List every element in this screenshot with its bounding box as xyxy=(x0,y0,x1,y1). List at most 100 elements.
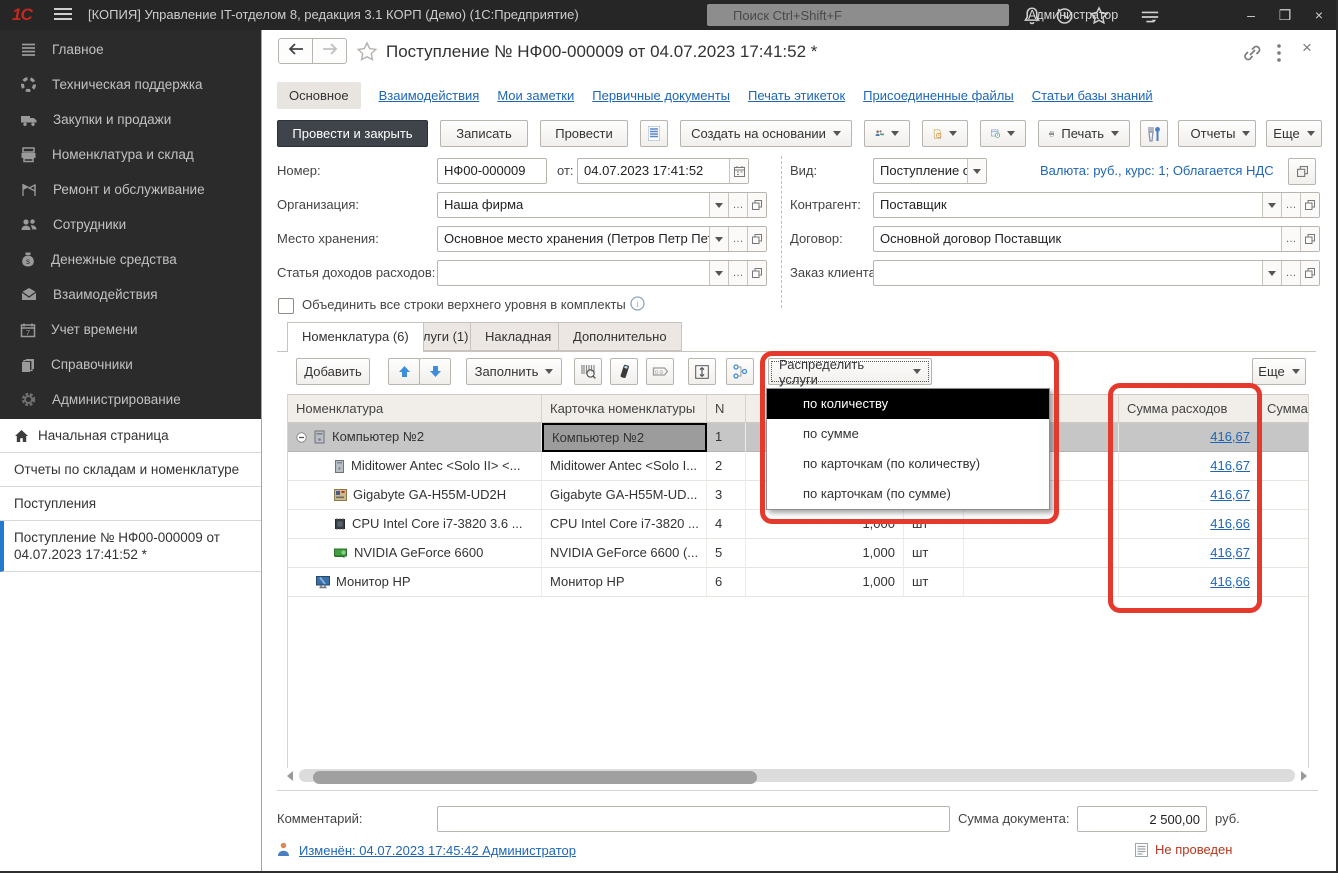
search-input[interactable] xyxy=(707,4,1009,26)
table-more-button[interactable]: Еще xyxy=(1252,358,1306,385)
open-button[interactable] xyxy=(747,261,766,285)
sidebar-item-receipts[interactable]: Поступления xyxy=(0,487,261,521)
sidebar-item-references[interactable]: Справочники xyxy=(0,347,261,382)
collapse-icon[interactable] xyxy=(296,431,307,443)
expenses-link[interactable]: 416,66 xyxy=(1210,510,1250,538)
sidebar-item-administration[interactable]: Администрирование xyxy=(0,382,261,417)
scroll-right-arrow[interactable] xyxy=(1301,771,1307,781)
get-link-icon[interactable] xyxy=(1242,44,1262,62)
favorite-star-icon[interactable] xyxy=(356,41,378,63)
choose-button[interactable]: … xyxy=(1281,227,1300,251)
tab-my-notes[interactable]: Мои заметки xyxy=(497,88,574,103)
sidebar-item-interactions[interactable]: Взаимодействия xyxy=(0,277,261,312)
dropdown-arrow-icon[interactable] xyxy=(967,159,986,183)
service-menu-icon[interactable] xyxy=(1140,7,1160,27)
sidebar-item-nomenclature[interactable]: Номенклатура и склад xyxy=(0,137,261,172)
tab-invoice[interactable]: Накладная xyxy=(470,322,567,351)
open-button[interactable] xyxy=(1300,261,1319,285)
col-expenses[interactable]: Сумма расходов xyxy=(1119,394,1259,423)
tab-kb-articles[interactable]: Статьи базы знаний xyxy=(1032,88,1153,103)
current-user[interactable]: Администратор xyxy=(1028,8,1118,22)
sidebar-item-time[interactable]: 7 Учет времени xyxy=(0,312,261,347)
open-button[interactable] xyxy=(1300,227,1319,251)
info-icon[interactable]: i xyxy=(630,296,645,311)
scroll-left-arrow[interactable] xyxy=(287,771,293,781)
currency-settings-link[interactable]: Валюта: руб., курс: 1; Облагается НДС xyxy=(1040,163,1274,178)
sidebar-item-employees[interactable]: Сотрудники xyxy=(0,207,261,242)
main-menu-icon[interactable] xyxy=(54,8,72,21)
tab-main[interactable]: Основное xyxy=(277,81,361,109)
open-button[interactable] xyxy=(1300,193,1319,217)
scrollbar-thumb[interactable] xyxy=(313,771,757,784)
kind-field[interactable]: Поступление от xyxy=(873,158,987,184)
expenses-link[interactable]: 416,67 xyxy=(1210,423,1250,451)
comment-input[interactable] xyxy=(437,806,950,832)
distribute-services-button[interactable]: Распределить услуги xyxy=(768,357,932,387)
sidebar-item-tech-support[interactable]: Техническая поддержка xyxy=(0,67,261,102)
tab-attached-files[interactable]: Присоединенные файлы xyxy=(863,88,1014,103)
price-tag-icon[interactable]: 0-9 xyxy=(646,358,674,385)
contact-create-button[interactable] xyxy=(864,120,910,147)
scrollbar-track[interactable] xyxy=(299,769,1295,784)
register-records-icon[interactable] xyxy=(640,120,668,147)
more-button[interactable]: Еще xyxy=(1266,120,1322,147)
contract-field[interactable]: Основной договор Поставщик … xyxy=(873,226,1320,252)
organization-field[interactable]: Наша фирма … xyxy=(437,192,767,218)
reports-button[interactable]: Отчеты xyxy=(1178,120,1256,147)
group-tree-icon[interactable] xyxy=(726,358,754,385)
choose-button[interactable]: … xyxy=(728,261,747,285)
client-order-field[interactable]: … xyxy=(873,260,1320,286)
active-cell[interactable]: Компьютер №2 xyxy=(542,423,707,452)
expense-item-field[interactable]: … xyxy=(437,260,767,286)
create-based-on-button[interactable]: Создать на основании xyxy=(680,120,852,147)
expenses-link[interactable]: 416,67 xyxy=(1210,481,1250,509)
post-and-close-button[interactable]: Провести и закрыть xyxy=(277,120,428,147)
tab-primary-docs[interactable]: Первичные документы xyxy=(592,88,730,103)
menu-item-by-cards-sum[interactable]: по карточкам (по сумме) xyxy=(767,479,1049,509)
expenses-link[interactable]: 416,66 xyxy=(1210,568,1250,596)
table-row[interactable]: NVIDIA GeForce 6600 NVIDIA GeForce 6600 … xyxy=(288,539,1308,568)
col-nomenclature[interactable]: Номенклатура xyxy=(288,394,542,423)
barcode-search-icon[interactable] xyxy=(574,358,602,385)
print-button[interactable]: Печать xyxy=(1038,120,1130,147)
tab-interactions[interactable]: Взаимодействия xyxy=(379,88,480,103)
modified-link[interactable]: Изменён: 04.07.2023 17:45:42 Администрат… xyxy=(299,843,576,858)
move-down-button[interactable] xyxy=(419,358,451,385)
forward-button[interactable] xyxy=(312,38,347,64)
menu-item-by-sum[interactable]: по сумме xyxy=(767,419,1049,449)
dropdown-arrow-icon[interactable] xyxy=(1262,261,1281,285)
move-up-button[interactable] xyxy=(388,358,420,385)
sidebar-item-repair[interactable]: Ремонт и обслуживание xyxy=(0,172,261,207)
dropdown-arrow-icon[interactable] xyxy=(709,193,728,217)
fill-button[interactable]: Заполнить xyxy=(466,358,562,385)
post-button[interactable]: Провести xyxy=(540,120,628,147)
open-button[interactable] xyxy=(747,227,766,251)
sidebar-item-purchases[interactable]: Закупки и продажи xyxy=(0,102,261,137)
more-kebab-icon[interactable] xyxy=(1276,43,1282,63)
sidebar-item-active-receipt[interactable]: Поступление № НФ00-000009 от 04.07.2023 … xyxy=(0,521,261,572)
table-row[interactable]: CPU Intel Core i7-3820 3.6 ... CPU Intel… xyxy=(288,510,1308,539)
expenses-link[interactable]: 416,67 xyxy=(1210,452,1250,480)
sidebar-item-glavnoe[interactable]: Главное xyxy=(0,32,261,67)
fit-rows-icon[interactable] xyxy=(688,358,716,385)
combine-sets-checkbox[interactable] xyxy=(278,298,294,314)
events-calendar-button[interactable] xyxy=(980,120,1026,147)
col-sum[interactable]: Сумма xyxy=(1259,394,1308,423)
save-button[interactable]: Записать xyxy=(440,120,528,147)
close-form-icon[interactable]: × xyxy=(1302,38,1312,58)
planned-interaction-button[interactable] xyxy=(922,120,968,147)
tab-additional[interactable]: Дополнительно xyxy=(558,322,682,351)
choose-button[interactable]: … xyxy=(1281,193,1300,217)
horizontal-scrollbar[interactable] xyxy=(287,767,1307,784)
maximize-button[interactable]: ❒ xyxy=(1268,0,1302,30)
open-button[interactable] xyxy=(747,193,766,217)
sidebar-item-warehouse-reports[interactable]: Отчеты по складам и номенклатуре xyxy=(0,453,261,487)
close-window-button[interactable]: × xyxy=(1302,0,1336,30)
minimize-button[interactable]: – xyxy=(1234,0,1268,30)
back-button[interactable] xyxy=(278,38,313,64)
storage-field[interactable]: Основное место хранения (Петров Петр Пет… xyxy=(437,226,767,252)
choose-button[interactable]: … xyxy=(1281,261,1300,285)
document-sum-input[interactable] xyxy=(1077,806,1207,832)
scanner-icon[interactable] xyxy=(610,358,638,385)
sidebar-item-home[interactable]: Начальная страница xyxy=(0,419,261,453)
